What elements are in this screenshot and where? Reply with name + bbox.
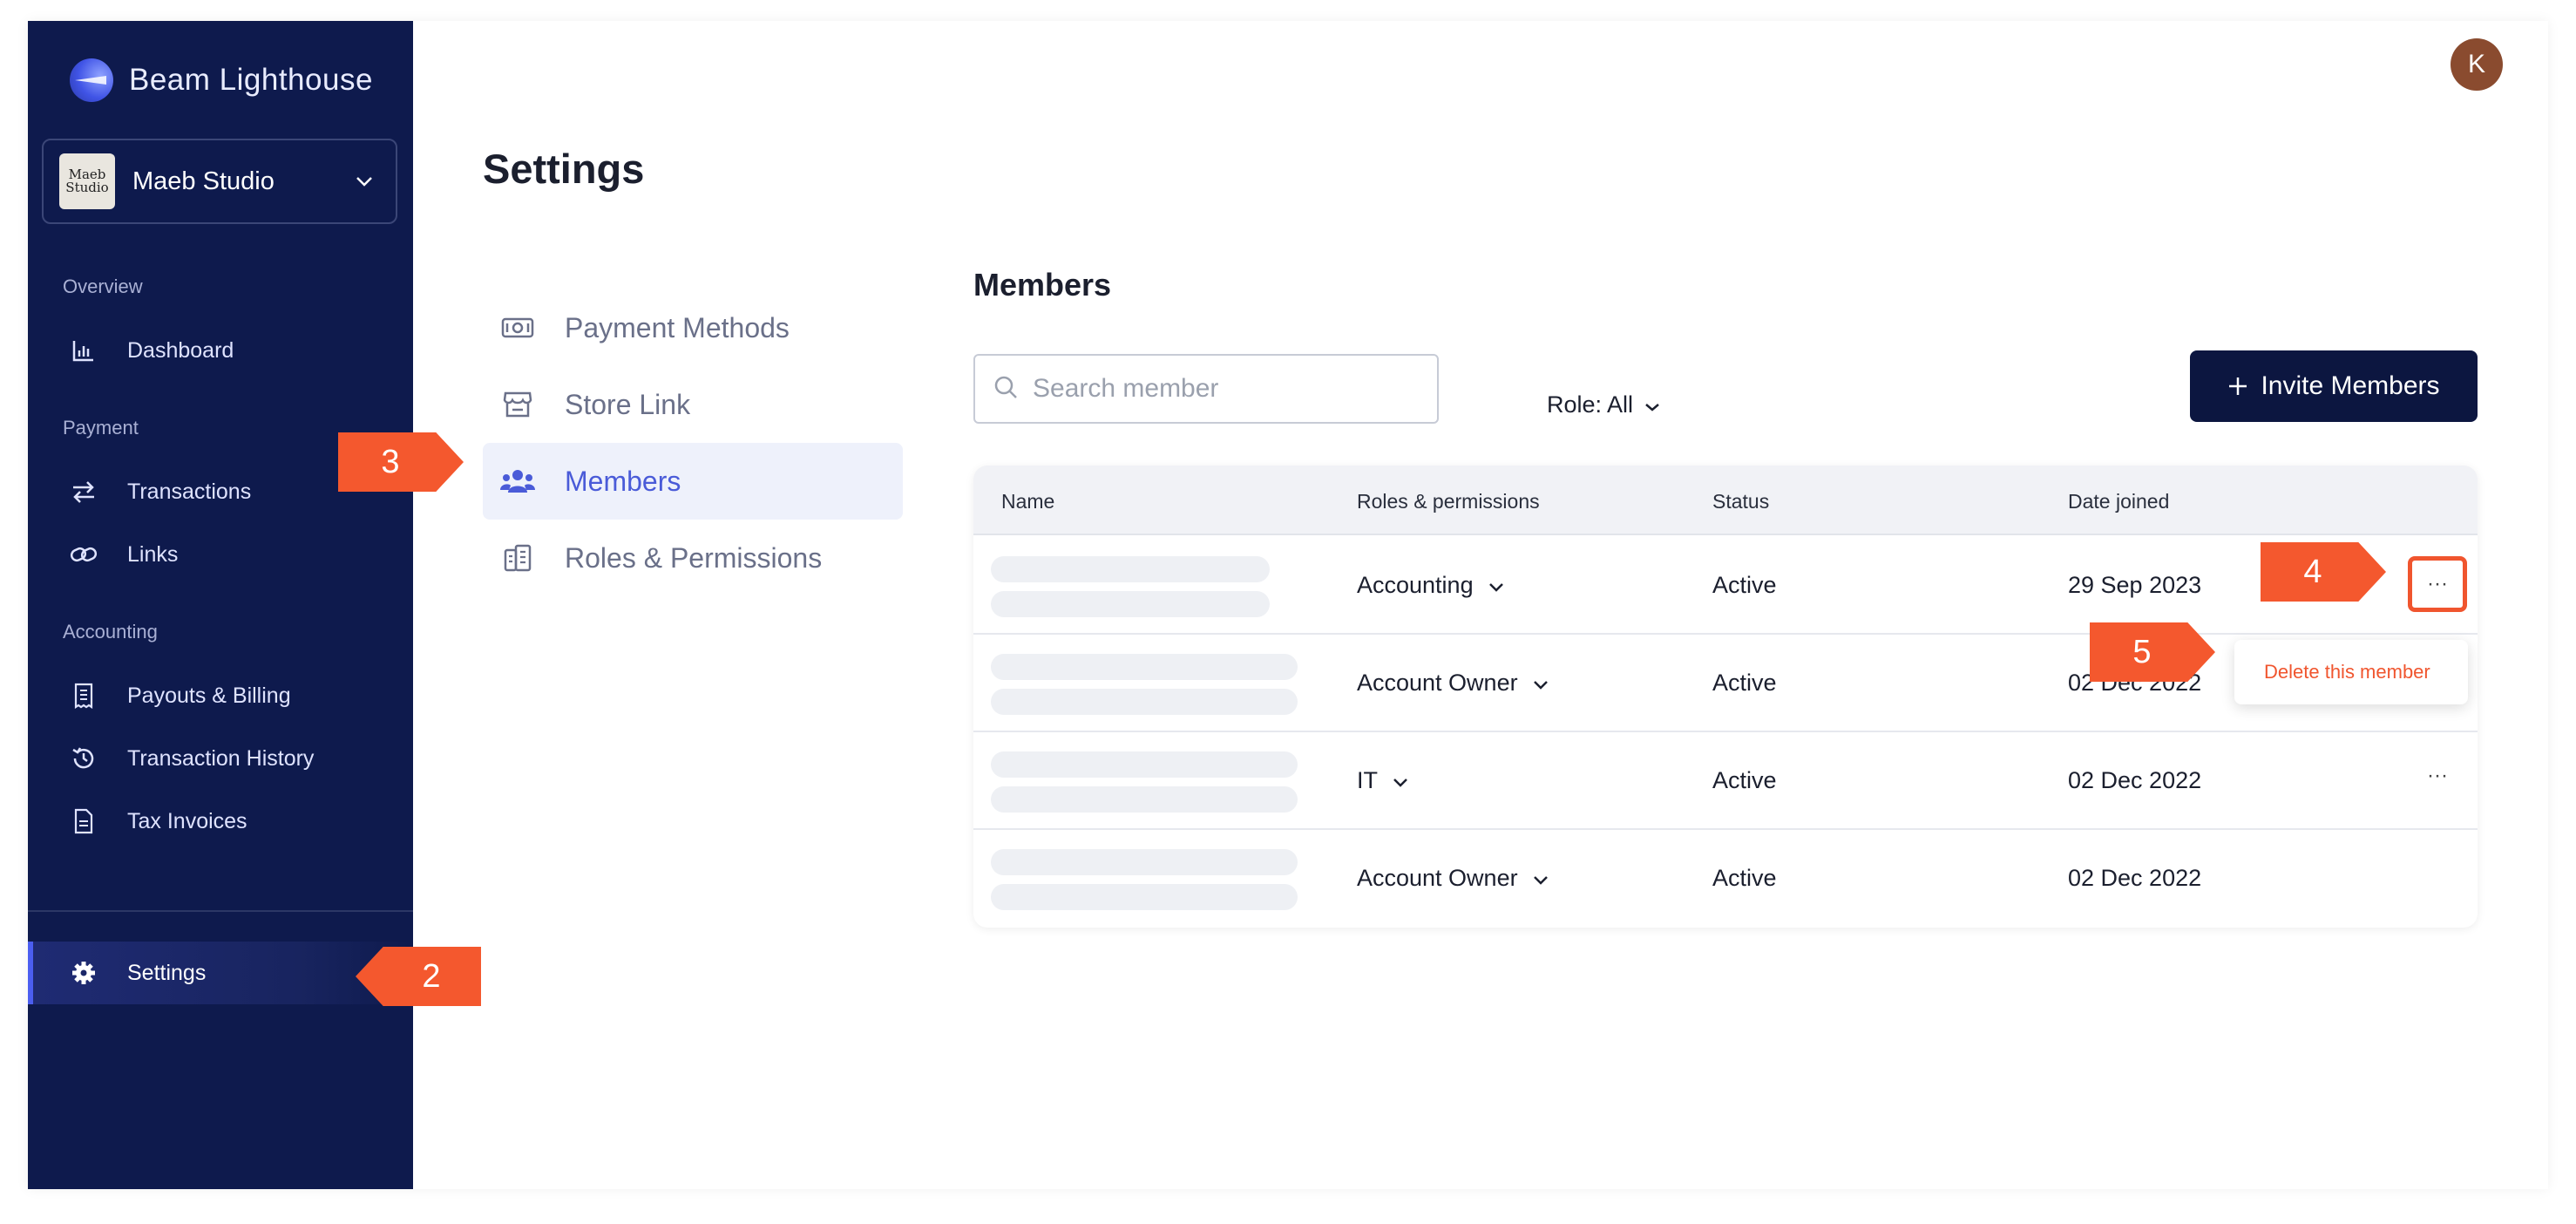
column-header-status: Status [1712, 490, 1770, 513]
brand-logo[interactable]: Beam Lighthouse [70, 52, 373, 108]
sidebar-item-settings[interactable]: Settings [28, 942, 413, 1004]
brand-name: Beam Lighthouse [129, 63, 373, 97]
step-callout-3: 3 [338, 432, 464, 492]
status-value: Active [1712, 572, 1777, 598]
role-filter-label: Role: All [1547, 391, 1634, 418]
table-row: Account Owner Active 02 Dec 2022 [973, 830, 2478, 928]
invite-members-button[interactable]: Invite Members [2190, 350, 2478, 422]
role-value: Accounting [1357, 572, 1474, 598]
table-row: Accounting Active 29 Sep 2023 ··· [973, 537, 2478, 635]
more-actions-button[interactable]: ··· [2408, 556, 2467, 612]
search-box [973, 354, 1439, 424]
users-icon [500, 464, 535, 499]
app-window: Beam Lighthouse Maeb Studio Maeb Studio … [28, 21, 2548, 1189]
page-title: Settings [483, 146, 645, 192]
receipt-icon [70, 682, 98, 710]
settings-nav-payment-methods[interactable]: Payment Methods [483, 289, 903, 366]
table-header: Name Roles & permissions Status Date joi… [973, 466, 2478, 535]
role-select[interactable]: Account Owner [1357, 670, 1549, 697]
settings-nav-label: Roles & Permissions [565, 541, 823, 574]
column-header-name: Name [1001, 490, 1055, 513]
chevron-down-icon [1644, 391, 1661, 418]
section-label-payment: Payment [63, 417, 139, 439]
chevron-down-icon [1532, 865, 1549, 892]
role-filter-dropdown[interactable]: Role: All [1547, 387, 1661, 422]
sidebar-item-tax-invoices[interactable]: Tax Invoices [28, 795, 413, 847]
sidebar-item-payouts[interactable]: Payouts & Billing [28, 670, 413, 722]
email-placeholder [991, 786, 1298, 813]
section-label-accounting: Accounting [63, 621, 158, 643]
sidebar-item-label: Tax Invoices [127, 808, 247, 833]
sidebar-item-label: Links [127, 541, 179, 567]
date-joined-value: 02 Dec 2022 [2068, 865, 2202, 891]
sidebar-item-label: Transaction History [127, 745, 315, 771]
members-section-title: Members [973, 267, 1112, 303]
plus-icon [2227, 373, 2248, 399]
date-joined-value: 29 Sep 2023 [2068, 572, 2202, 598]
more-actions-button[interactable]: ··· [2411, 758, 2464, 793]
role-select[interactable]: Account Owner [1357, 865, 1549, 892]
status-value: Active [1712, 767, 1777, 793]
cash-icon [500, 310, 535, 345]
org-name: Maeb Studio [132, 167, 275, 195]
lighthouse-logo-icon [70, 58, 113, 102]
settings-nav-label: Store Link [565, 388, 691, 420]
chevron-down-icon [345, 175, 383, 187]
email-placeholder [991, 591, 1270, 617]
link-icon [70, 541, 98, 568]
user-avatar[interactable]: K [2451, 38, 2503, 91]
document-icon [70, 807, 98, 835]
store-icon [500, 387, 535, 422]
email-placeholder [991, 689, 1298, 715]
email-placeholder [991, 884, 1298, 910]
delete-member-menu-item[interactable]: Delete this member [2234, 640, 2468, 704]
building-icon [500, 541, 535, 575]
bar-chart-icon [70, 337, 98, 364]
chevron-down-icon [1488, 572, 1505, 599]
swap-arrows-icon [70, 478, 98, 506]
sidebar-item-links[interactable]: Links [28, 528, 413, 581]
chevron-down-icon [1532, 670, 1549, 697]
org-avatar: Maeb Studio [59, 153, 115, 209]
sidebar-item-label: Payouts & Billing [127, 683, 291, 708]
sidebar-item-label: Transactions [127, 479, 252, 504]
sidebar-divider [28, 910, 413, 912]
gear-icon [70, 959, 98, 987]
column-header-date-joined: Date joined [2068, 490, 2170, 513]
settings-nav-roles-permissions[interactable]: Roles & Permissions [483, 520, 903, 596]
role-value: Account Owner [1357, 865, 1518, 891]
date-joined-value: 02 Dec 2022 [2068, 767, 2202, 793]
sidebar-item-transaction-history[interactable]: Transaction History [28, 732, 413, 785]
column-header-roles: Roles & permissions [1357, 490, 1540, 513]
sidebar-item-dashboard[interactable]: Dashboard [28, 324, 413, 377]
table-row: IT Active 02 Dec 2022 ··· [973, 732, 2478, 830]
role-value: Account Owner [1357, 670, 1518, 696]
sidebar-item-label: Settings [127, 960, 207, 985]
name-placeholder [991, 654, 1298, 680]
history-icon [70, 745, 98, 772]
settings-nav-members[interactable]: Members [483, 443, 903, 520]
settings-nav-label: Payment Methods [565, 311, 790, 343]
status-value: Active [1712, 865, 1777, 891]
search-input[interactable] [1033, 374, 1416, 404]
chevron-down-icon [1392, 767, 1409, 794]
settings-nav-label: Members [565, 465, 681, 497]
name-placeholder [991, 849, 1298, 875]
role-select[interactable]: Accounting [1357, 572, 1505, 599]
invite-members-label: Invite Members [2261, 371, 2440, 400]
section-label-overview: Overview [63, 275, 143, 297]
settings-nav-store-link[interactable]: Store Link [483, 366, 903, 443]
sidebar-item-label: Dashboard [127, 337, 234, 363]
name-placeholder [991, 751, 1298, 778]
role-select[interactable]: IT [1357, 767, 1409, 794]
role-value: IT [1357, 767, 1378, 793]
search-icon [993, 374, 1022, 404]
sidebar: Beam Lighthouse Maeb Studio Maeb Studio … [28, 21, 413, 1189]
org-switcher[interactable]: Maeb Studio Maeb Studio [42, 139, 397, 224]
status-value: Active [1712, 670, 1777, 696]
name-placeholder [991, 556, 1270, 582]
